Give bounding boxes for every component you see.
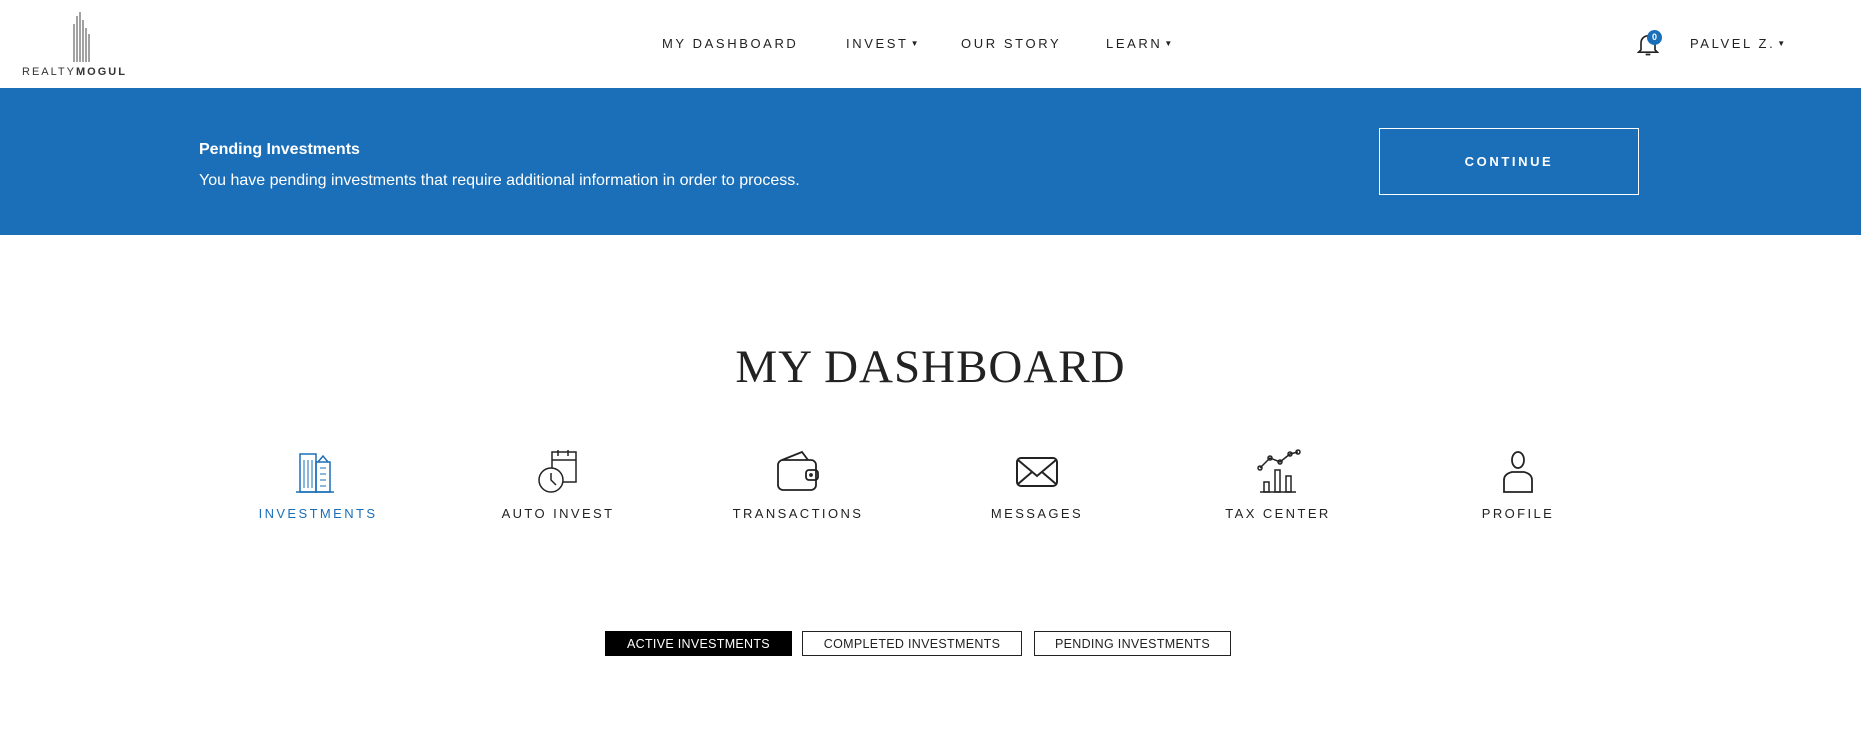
top-header: REALTYMOGUL MY DASHBOARD INVEST ▼ OUR STO… (0, 0, 1861, 88)
nav-invest[interactable]: INVEST ▼ (846, 36, 921, 51)
banner-text: You have pending investments that requir… (199, 172, 800, 189)
page-title: MY DASHBOARD (735, 341, 1126, 393)
tab-completed-investments[interactable]: COMPLETED INVESTMENTS (802, 631, 1022, 656)
caret-down-icon: ▼ (1164, 39, 1175, 48)
tile-investments[interactable]: INVESTMENTS (218, 448, 418, 521)
user-menu[interactable]: PALVEL Z. ▼ (1690, 36, 1788, 51)
envelope-icon (1016, 457, 1058, 487)
nav-our-story[interactable]: OUR STORY (961, 36, 1061, 51)
logo-text: REALTYMOGUL (22, 66, 127, 78)
tile-auto-invest[interactable]: AUTO INVEST (458, 448, 658, 521)
nav-my-dashboard[interactable]: MY DASHBOARD (662, 36, 798, 51)
continue-button[interactable]: CONTINUE (1379, 128, 1639, 195)
tab-pending-investments[interactable]: PENDING INVESTMENTS (1034, 631, 1231, 656)
nav-learn[interactable]: LEARN ▼ (1106, 36, 1175, 51)
wallet-icon (777, 450, 819, 491)
realtymogul-logo[interactable]: REALTYMOGUL (22, 12, 157, 78)
user-icon (1503, 451, 1533, 493)
tab-active-investments[interactable]: ACTIVE INVESTMENTS (605, 631, 792, 656)
chart-icon (1257, 449, 1301, 493)
buildings-icon (296, 453, 334, 493)
notification-badge: 0 (1647, 30, 1662, 45)
tile-messages[interactable]: MESSAGES (937, 448, 1137, 521)
tile-transactions[interactable]: TRANSACTIONS (698, 448, 898, 521)
calendar-clock-icon (538, 450, 577, 493)
tile-label: TRANSACTIONS (732, 506, 864, 521)
caret-down-icon: ▼ (910, 39, 922, 48)
tile-label: MESSAGES (990, 506, 1084, 521)
tile-tax-center[interactable]: TAX CENTER (1178, 448, 1378, 521)
tile-label: TAX CENTER (1225, 506, 1331, 521)
tile-label: INVESTMENTS (258, 506, 378, 521)
tile-profile[interactable]: PROFILE (1418, 448, 1618, 521)
tile-label: AUTO INVEST (501, 506, 615, 521)
caret-down-icon: ▼ (1777, 39, 1788, 48)
tile-label: PROFILE (1481, 506, 1555, 521)
banner-title: Pending Investments (199, 141, 360, 158)
skyscraper-logo-icon (73, 12, 90, 62)
